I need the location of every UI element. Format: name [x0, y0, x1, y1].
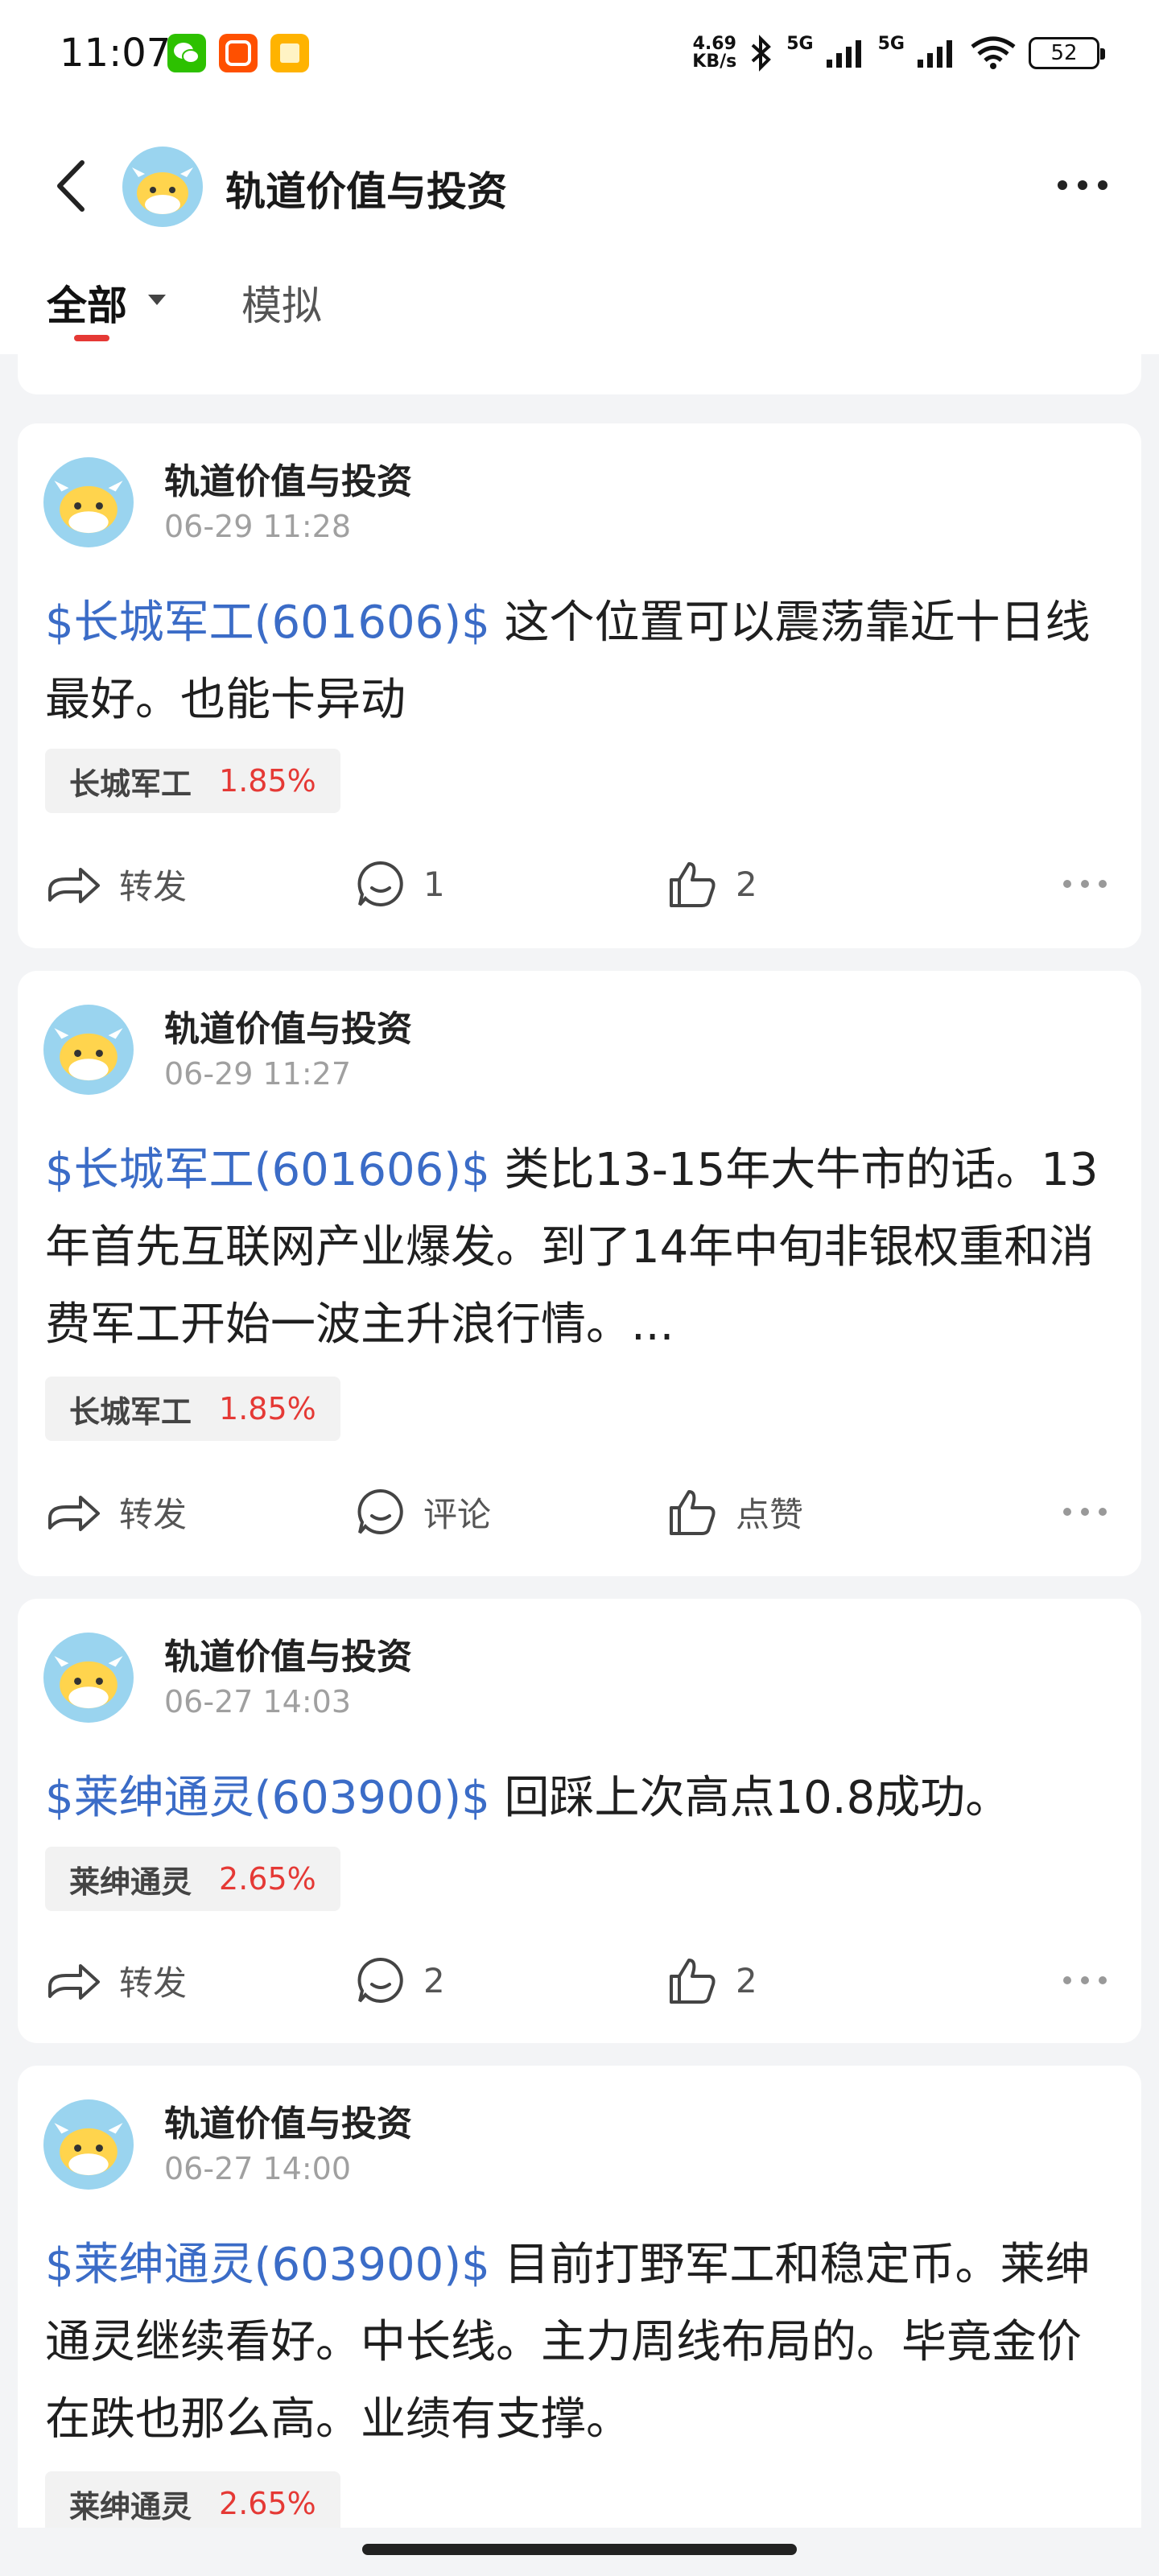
post-content[interactable]: $长城军工(601606)$ 类比13-15年大牛市的话。13年首先互联网产业爆…: [45, 1132, 1124, 1364]
status-time: 11:07: [60, 31, 171, 76]
network-type-label: 5G: [786, 33, 814, 54]
tab-bar: 全部 模拟: [0, 266, 1159, 354]
chevron-down-icon[interactable]: [148, 295, 166, 305]
post-content[interactable]: $莱绅通灵(603900)$ 目前打野军工和稳定币。莱绅通灵继续看好。中长线。主…: [45, 2227, 1124, 2458]
comment-button[interactable]: 评论: [356, 1480, 491, 1544]
comment-button[interactable]: 1: [356, 852, 445, 916]
more-icon[interactable]: [1061, 1966, 1109, 1995]
stock-chip-name: 莱绅通灵: [69, 1864, 192, 1900]
more-icon[interactable]: [1054, 169, 1111, 201]
stock-link[interactable]: $长城军工(601606)$: [45, 1144, 490, 1196]
bluetooth-icon: [751, 35, 772, 72]
stock-link[interactable]: $莱绅通灵(603900)$: [45, 1772, 490, 1824]
tab-all[interactable]: 全部: [47, 274, 127, 332]
home-indicator[interactable]: [362, 2544, 797, 2555]
post-actions: 转发 评论 点赞: [18, 1480, 1141, 1544]
post-time: 06-27 14:03: [164, 1684, 352, 1719]
signal-icon-2: [918, 40, 952, 68]
share-icon: [48, 868, 100, 903]
post-actions: 转发 1 2: [18, 852, 1141, 916]
share-button[interactable]: 转发: [45, 1480, 187, 1544]
share-icon: [48, 1964, 100, 2000]
signal-icon: [826, 40, 861, 68]
thumbs-up-icon: [670, 862, 716, 907]
stock-link[interactable]: $莱绅通灵(603900)$: [45, 2239, 490, 2291]
taobao-icon: [219, 34, 258, 72]
active-tab-indicator: [74, 335, 109, 341]
share-button[interactable]: 转发: [45, 1948, 187, 2013]
avatar[interactable]: [43, 457, 134, 547]
avatar[interactable]: [122, 147, 203, 227]
more-icon[interactable]: [1061, 1497, 1109, 1526]
share-icon: [48, 1496, 100, 1531]
network-type-label-2: 5G: [877, 33, 905, 54]
stock-chip[interactable]: 莱绅通灵 2.65%: [45, 1847, 340, 1911]
stock-chip-change: 1.85%: [219, 1391, 316, 1426]
wechat-icon: [167, 34, 206, 72]
post-card[interactable]: 轨道价值与投资 06-27 14:03 $莱绅通灵(603900)$ 回踩上次高…: [18, 1599, 1141, 2043]
thumbs-up-icon: [670, 1959, 716, 2004]
net-speed: 4.69 KB/s: [692, 34, 737, 72]
more-icon[interactable]: [1061, 869, 1109, 898]
like-button[interactable]: 2: [666, 1948, 757, 2013]
comment-icon: [357, 1488, 403, 1534]
stock-chip[interactable]: 长城军工 1.85%: [45, 1377, 340, 1441]
avatar[interactable]: [43, 2099, 134, 2190]
like-button[interactable]: 2: [666, 852, 757, 916]
share-button[interactable]: 转发: [45, 852, 187, 916]
comment-button[interactable]: 2: [356, 1948, 445, 2013]
post-author[interactable]: 轨道价值与投资: [164, 1628, 412, 1679]
post-author[interactable]: 轨道价值与投资: [164, 2095, 412, 2146]
stock-chip-change: 2.65%: [219, 1861, 316, 1897]
thumbs-up-icon: [670, 1490, 716, 1535]
tab-simulation[interactable]: 模拟: [241, 274, 322, 332]
notes-icon: [270, 34, 309, 72]
avatar[interactable]: [43, 1633, 134, 1723]
stock-chip[interactable]: 莱绅通灵 2.65%: [45, 2471, 340, 2528]
stock-chip-change: 2.65%: [219, 2486, 316, 2521]
status-bar: 11:07 4.69 KB/s 5G 5G 52: [0, 0, 1159, 105]
post-author[interactable]: 轨道价值与投资: [164, 1000, 412, 1051]
stock-chip-change: 1.85%: [219, 763, 316, 799]
post-time: 06-27 14:00: [164, 2151, 352, 2186]
post-content[interactable]: $长城军工(601606)$ 这个位置可以震荡靠近十日线最好。也能卡异动: [45, 584, 1124, 739]
post-actions: 转发 2 2: [18, 1948, 1141, 2013]
post-card[interactable]: 轨道价值与投资 06-29 11:27 $长城军工(601606)$ 类比13-…: [18, 971, 1141, 1576]
post-content[interactable]: $莱绅通灵(603900)$ 回踩上次高点10.8成功。: [45, 1760, 1124, 1837]
top-bar: 轨道价值与投资: [0, 105, 1159, 266]
post-time: 06-29 11:27: [164, 1056, 352, 1092]
like-button[interactable]: 点赞: [666, 1480, 803, 1544]
stock-chip[interactable]: 长城军工 1.85%: [45, 749, 340, 813]
post-author[interactable]: 轨道价值与投资: [164, 452, 412, 504]
wifi-icon: [971, 36, 1016, 69]
stock-chip-name: 莱绅通灵: [69, 2488, 192, 2524]
post-card-partial: [18, 354, 1141, 394]
avatar[interactable]: [43, 1005, 134, 1095]
post-card[interactable]: 轨道价值与投资 06-27 14:00 $莱绅通灵(603900)$ 目前打野军…: [18, 2066, 1141, 2528]
page-title: 轨道价值与投资: [225, 168, 507, 215]
stock-chip-name: 长城军工: [69, 766, 192, 802]
back-icon[interactable]: [52, 158, 92, 214]
comment-icon: [357, 861, 403, 906]
comment-icon: [357, 1957, 403, 2003]
stock-link[interactable]: $长城军工(601606)$: [45, 597, 490, 649]
post-card[interactable]: 轨道价值与投资 06-29 11:28 $长城军工(601606)$ 这个位置可…: [18, 423, 1141, 948]
battery-icon: 52: [1029, 37, 1105, 69]
stock-chip-name: 长城军工: [69, 1393, 192, 1430]
post-feed[interactable]: 轨道价值与投资 06-29 11:28 $长城军工(601606)$ 这个位置可…: [0, 354, 1159, 2528]
post-time: 06-29 11:28: [164, 509, 352, 544]
